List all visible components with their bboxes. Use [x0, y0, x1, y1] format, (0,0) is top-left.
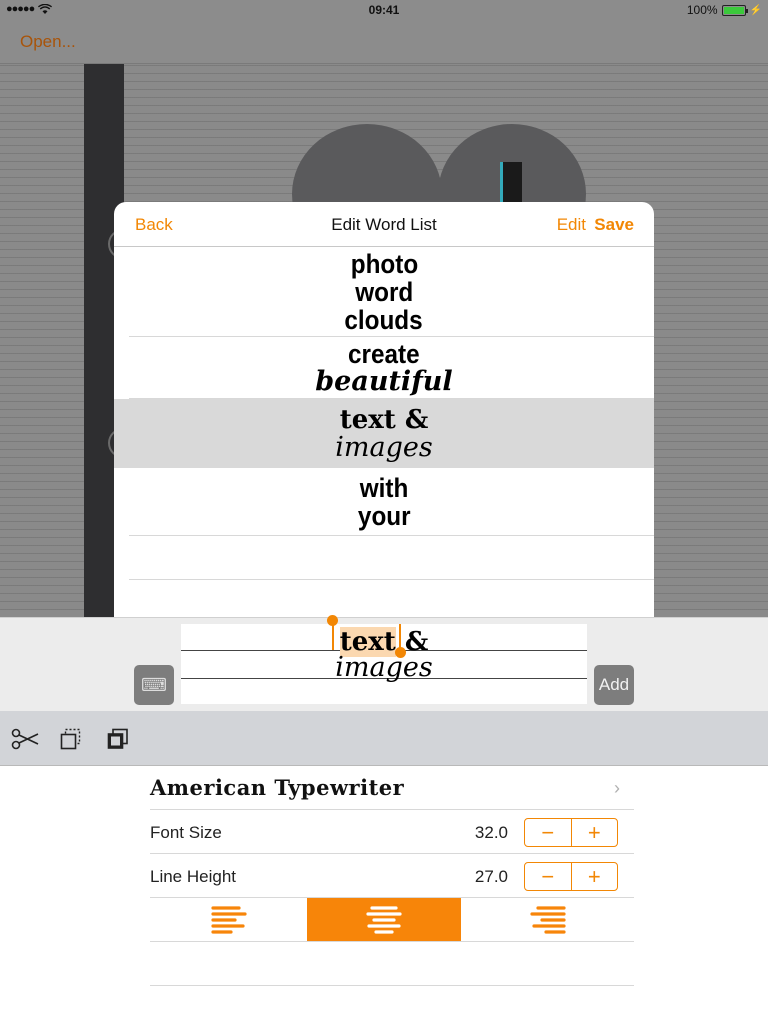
word-line: images	[335, 431, 433, 463]
word-list-item[interactable]: photo word clouds	[129, 247, 654, 337]
scissors-icon[interactable]	[11, 728, 39, 750]
editor-line-2: images	[181, 654, 587, 682]
save-button[interactable]: Save	[594, 215, 634, 235]
font-name: American Typewriter	[150, 775, 405, 800]
edit-toolbar	[0, 711, 768, 766]
line-height-stepper: − +	[524, 862, 618, 891]
charging-icon: ⚡	[749, 4, 762, 16]
editor-text: images	[335, 652, 433, 683]
line-height-decrement-button[interactable]: −	[525, 863, 572, 890]
font-size-stepper: − +	[524, 818, 618, 847]
word-list-empty-row[interactable]	[129, 536, 654, 580]
font-size-increment-button[interactable]: +	[572, 819, 618, 846]
word-list-item[interactable]: with your	[129, 468, 654, 536]
line-height-value: 27.0	[474, 867, 508, 886]
open-button[interactable]: Open...	[20, 32, 76, 52]
paste-icon[interactable]	[107, 728, 133, 750]
align-center-icon	[366, 905, 402, 934]
align-center-button[interactable]	[307, 898, 461, 941]
align-right-icon	[529, 905, 566, 934]
edit-button[interactable]: Edit	[557, 215, 586, 235]
status-time: 09:41	[368, 3, 400, 17]
word-line: create	[348, 338, 420, 369]
battery-percent: 100%	[686, 3, 718, 17]
align-left-button[interactable]	[150, 898, 307, 941]
word-line: your	[357, 500, 411, 531]
alignment-control	[150, 898, 634, 942]
add-button[interactable]: Add	[594, 665, 634, 705]
word-line: photo	[350, 248, 418, 279]
font-size-row: Font Size 32.0 − +	[150, 810, 634, 854]
keyboard-icon: ⌨	[141, 675, 167, 695]
settings-empty-row	[150, 942, 634, 986]
line-height-increment-button[interactable]: +	[572, 863, 618, 890]
line-height-label: Line Height	[150, 867, 237, 886]
chevron-right-icon: ›	[614, 778, 620, 798]
word-line: with	[359, 472, 409, 503]
word-line: word	[354, 276, 414, 307]
font-picker-row[interactable]: American Typewriter ›	[150, 766, 634, 810]
align-right-button[interactable]	[461, 898, 634, 941]
font-size-value: 32.0	[474, 823, 508, 842]
copy-icon[interactable]	[60, 728, 86, 750]
font-size-label: Font Size	[150, 823, 222, 842]
line-height-row: Line Height 27.0 − +	[150, 854, 634, 898]
selection-handle-end[interactable]	[395, 647, 406, 658]
word-editor: ⌨ text & images Add	[0, 615, 768, 711]
word-line: beautiful	[315, 365, 453, 397]
align-left-icon	[210, 905, 247, 934]
font-settings: American Typewriter › Font Size 32.0 − +…	[150, 766, 634, 986]
word-line: text &	[339, 404, 429, 435]
selection-caret-start	[332, 624, 334, 650]
status-bar: ●●●●● 09:41 100% ⚡	[0, 0, 768, 20]
word-line: clouds	[344, 304, 424, 335]
modal-header: Back Edit Word List Edit Save	[114, 202, 654, 247]
word-list-empty-row[interactable]	[129, 580, 654, 617]
font-size-decrement-button[interactable]: −	[525, 819, 572, 846]
word-text-input[interactable]: text & images	[181, 615, 587, 704]
edit-word-list-modal: Back Edit Word List Edit Save photo word…	[114, 202, 654, 617]
status-right: 100% ⚡	[687, 3, 762, 17]
nav-bar: Open...	[0, 20, 768, 64]
word-list-item[interactable]: create beautiful	[129, 337, 654, 399]
battery-icon	[721, 4, 748, 16]
word-list-item-selected[interactable]: text & images	[114, 399, 654, 468]
keyboard-button[interactable]: ⌨	[134, 665, 174, 705]
